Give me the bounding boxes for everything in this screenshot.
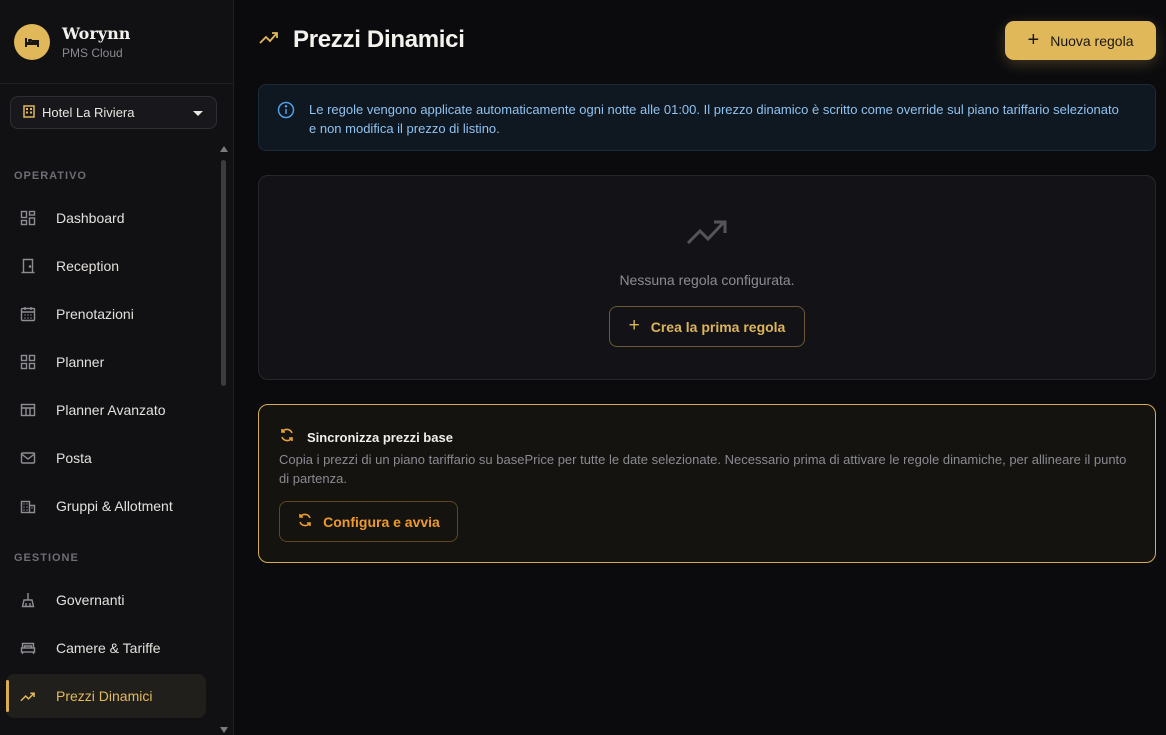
sidebar-item-label: Planner [56, 354, 105, 370]
hotel-select-value: Hotel La Riviera [42, 105, 135, 120]
sidebar-item-planner-avanzato[interactable]: Planner Avanzato [6, 388, 206, 432]
page-header: Prezzi Dinamici [259, 26, 465, 54]
calendar-icon [20, 306, 36, 322]
info-icon [277, 101, 295, 124]
section-title-operativo: OPERATIVO [14, 170, 87, 182]
info-banner: Le regole vengono applicate automaticame… [258, 84, 1156, 151]
mail-icon [20, 450, 36, 466]
empty-state-message: Nessuna regola configurata. [619, 272, 795, 288]
scroll-down-icon[interactable] [220, 727, 228, 733]
configure-start-label: Configura e avvia [323, 513, 440, 530]
refresh-icon [297, 512, 313, 531]
sync-base-prices-card: Sincronizza prezzi base Copia i prezzi d… [258, 404, 1156, 563]
sidebar: Worynn PMS Cloud Hotel La Riviera OPERAT… [0, 0, 234, 735]
sidebar-scrollbar[interactable] [219, 145, 229, 735]
sidebar-item-label: Prezzi Dinamici [56, 688, 153, 704]
new-rule-label: Nuova regola [1050, 32, 1134, 49]
layout-icon [20, 402, 36, 418]
sidebar-item-planner[interactable]: Planner [6, 340, 206, 384]
sync-title: Sincronizza prezzi base [307, 430, 453, 445]
chevron-down-icon [193, 111, 203, 116]
brand-subtitle: PMS Cloud [62, 45, 123, 60]
sidebar-item-label: Camere & Tariffe [56, 640, 161, 656]
bed-logo-icon [14, 23, 50, 60]
sidebar-item-label: Reception [56, 258, 120, 274]
door-icon [20, 258, 36, 274]
sidebar-item-camere-tariffe[interactable]: Camere & Tariffe [6, 626, 206, 670]
sidebar-item-dashboard[interactable]: Dashboard [6, 196, 206, 240]
refresh-icon [279, 427, 295, 448]
sidebar-item-gruppi-allotment[interactable]: Gruppi & Allotment [6, 484, 206, 528]
sidebar-item-prezzi-dinamici[interactable]: Prezzi Dinamici [6, 674, 206, 718]
sidebar-item-label: Prenotazioni [56, 306, 134, 322]
sidebar-item-reception[interactable]: Reception [6, 244, 206, 288]
configure-start-button[interactable]: Configura e avvia [279, 501, 458, 542]
bed-icon [20, 640, 36, 656]
trending-up-icon [686, 219, 728, 250]
sidebar-item-label: Governanti [56, 592, 125, 608]
create-first-rule-label: Crea la prima regola [650, 318, 786, 335]
sidebar-item-posta[interactable]: Posta [6, 436, 206, 480]
trending-up-icon [259, 31, 279, 49]
sidebar-item-label: Posta [56, 450, 92, 466]
sync-title-row: Sincronizza prezzi base [279, 427, 453, 448]
scroll-up-icon[interactable] [220, 146, 228, 152]
sync-description: Copia i prezzi di un piano tariffario su… [279, 452, 1127, 486]
new-rule-button[interactable]: + Nuova regola [1005, 21, 1156, 60]
section-title-gestione: GESTIONE [14, 552, 79, 564]
sidebar-item-prenotazioni[interactable]: Prenotazioni [6, 292, 206, 336]
sidebar-item-label: Dashboard [56, 210, 125, 226]
hotel-select[interactable]: Hotel La Riviera [10, 96, 217, 129]
scrollbar-thumb[interactable] [221, 160, 226, 386]
create-first-rule-button[interactable]: + Crea la prima regola [609, 306, 805, 347]
dashboard-icon [20, 210, 36, 226]
brand-header: Worynn PMS Cloud [0, 0, 233, 84]
building-icon [23, 104, 35, 121]
app-root: Worynn PMS Cloud Hotel La Riviera OPERAT… [0, 0, 1166, 735]
plus-icon: + [628, 315, 640, 336]
page-title: Prezzi Dinamici [293, 26, 465, 53]
building-icon [20, 498, 36, 514]
main-content: Prezzi Dinamici + Nuova regola Le regole… [234, 0, 1166, 735]
sidebar-item-governanti[interactable]: Governanti [6, 578, 206, 622]
empty-state-card: Nessuna regola configurata. + Crea la pr… [258, 175, 1156, 380]
sidebar-item-label: Planner Avanzato [56, 402, 166, 418]
trending-up-icon [20, 688, 36, 704]
brand-name: Worynn [62, 23, 131, 43]
sidebar-item-label: Gruppi & Allotment [56, 498, 173, 514]
grid-icon [20, 354, 36, 370]
plus-icon: + [1027, 28, 1040, 51]
info-text: Le regole vengono applicate automaticame… [309, 102, 1119, 136]
broom-icon [20, 592, 36, 608]
